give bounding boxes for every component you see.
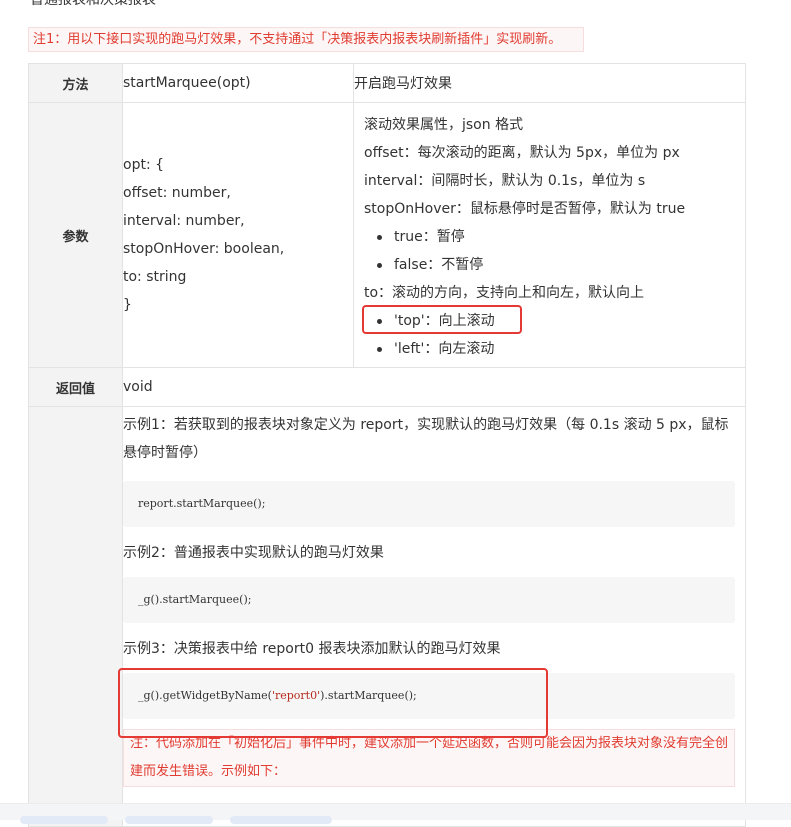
example3-code: _g().getWidgetByName('report0').startMar… [123,673,735,719]
method-desc: 开启跑马灯效果 [353,63,746,103]
params-label: 参数 [28,102,123,368]
method-name: startMarquee(opt) [122,63,354,103]
example2-code: _g().startMarquee(); [123,577,735,623]
param-offset: offset：每次滚动的距离，默认为 5px，单位为 px [364,145,680,161]
toolbar-chip[interactable] [20,816,108,824]
code-string: 'report0' [271,689,321,702]
bottom-toolbar [0,803,791,824]
row-method: 方法 startMarquee(opt) 开启跑马灯效果 [28,63,746,103]
example3-text: 示例3：决策报表中给 report0 报表块添加默认的跑马灯效果 [123,641,501,657]
toolbar-chip[interactable] [230,816,332,824]
param-desc-title: 滚动效果属性，json 格式 [364,117,524,133]
param-to: to：滚动的方向，支持向上和向左，默认向上 [364,285,645,301]
sig-line: } [123,297,132,313]
returns-label: 返回值 [28,367,123,407]
sig-line: to: string [123,269,187,285]
sig-line: stopOnHover: boolean, [123,241,285,257]
returns-value: void [122,367,746,407]
toolbar-chip[interactable] [125,816,213,824]
sig-line: interval: number, [123,213,245,229]
list-item-top: 'top'：向上滚动 [364,307,745,335]
list-item-left: 'left'：向左滚动 [364,335,745,363]
sig-line: opt: { [123,157,165,173]
list-item: false：不暂停 [364,251,745,279]
param-interval: interval：间隔时长，默认为 0.1s，单位为 s [364,173,646,189]
examples-cell: 示例1：若获取到的报表块对象定义为 report，实现默认的跑马灯效果（每 0.… [122,406,746,827]
params-signature: opt: { offset: number, interval: number,… [122,102,354,368]
api-table: 方法 startMarquee(opt) 开启跑马灯效果 参数 opt: { o… [28,63,746,827]
code-part: ).startMarquee(); [320,689,417,702]
row-examples: 示例1：若获取到的报表块对象定义为 report，实现默认的跑马灯效果（每 0.… [28,406,746,827]
examples-label [28,406,123,827]
example1-code: report.startMarquee(); [123,481,735,527]
method-label: 方法 [28,63,123,103]
delay-note: 注：代码添加在「初始化后」事件中时，建议添加一个延迟函数，否则可能会因为报表块对… [123,729,735,787]
sig-line: offset: number, [123,185,231,201]
code-part: _g().getWidgetByName( [138,689,272,702]
section-heading: 普通报表和决策报表 [30,0,156,8]
param-stoponhover: stopOnHover：鼠标悬停时是否暂停，默认为 true [364,201,686,217]
row-params: 参数 opt: { offset: number, interval: numb… [28,102,746,368]
list-item: true：暂停 [364,223,745,251]
warning-note: 注1：用以下接口实现的跑马灯效果，不支持通过「决策报表内报表块刷新插件」实现刷新… [28,27,584,52]
params-desc: 滚动效果属性，json 格式 offset：每次滚动的距离，默认为 5px，单位… [353,102,746,368]
example1-text: 示例1：若获取到的报表块对象定义为 report，实现默认的跑马灯效果（每 0.… [123,417,729,461]
example2-text: 示例2：普通报表中实现默认的跑马灯效果 [123,545,384,561]
row-returns: 返回值 void [28,367,746,407]
